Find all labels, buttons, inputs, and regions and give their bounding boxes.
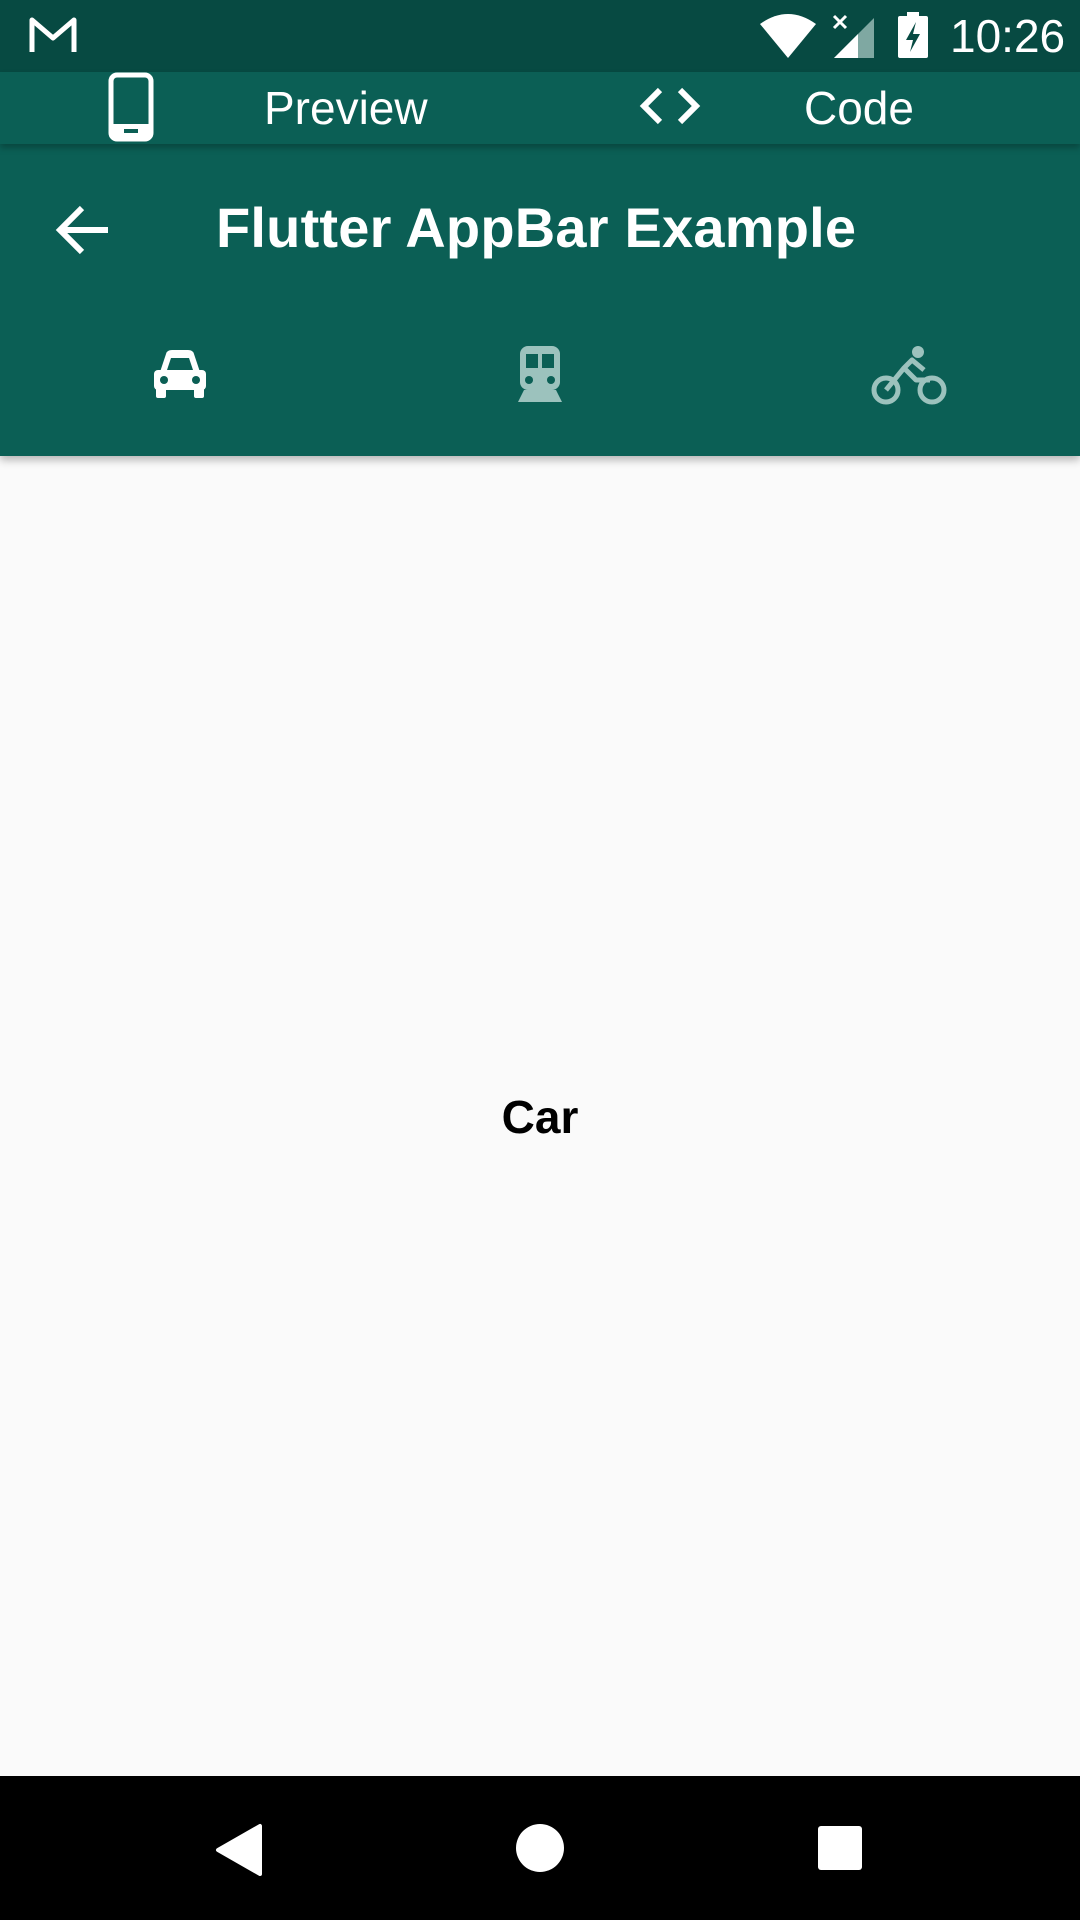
- signal-icon: [832, 14, 874, 58]
- gmail-icon: [29, 17, 77, 52]
- app-bar-title: Flutter AppBar Example: [216, 196, 857, 259]
- code-icon[interactable]: [638, 86, 702, 126]
- tab-view-content: Car: [0, 456, 1080, 1776]
- tab-transit[interactable]: [360, 344, 720, 456]
- code-button[interactable]: Code: [804, 82, 914, 134]
- nav-recents-icon[interactable]: [816, 1824, 864, 1872]
- battery-charging-icon: [898, 12, 928, 58]
- nav-back-icon[interactable]: [212, 1822, 264, 1878]
- arrow-back-icon[interactable]: [54, 200, 114, 260]
- wifi-icon: [760, 14, 816, 58]
- car-icon: [154, 350, 206, 398]
- tab-bike[interactable]: [720, 344, 1080, 456]
- preview-toolbar: Preview Code: [0, 72, 1080, 144]
- tab-content-text: Car: [501, 1091, 579, 1143]
- tab-car[interactable]: [0, 344, 360, 456]
- phone-icon[interactable]: [108, 72, 154, 142]
- status-time: 10:26: [950, 10, 1066, 62]
- train-icon: [518, 346, 562, 402]
- navigation-bar: [0, 1776, 1080, 1920]
- bike-icon: [871, 346, 947, 405]
- status-bar: 10:26: [0, 0, 1080, 72]
- app-bar: Flutter AppBar Example: [0, 144, 1080, 456]
- nav-home-icon[interactable]: [514, 1822, 566, 1874]
- preview-button[interactable]: Preview: [264, 82, 428, 134]
